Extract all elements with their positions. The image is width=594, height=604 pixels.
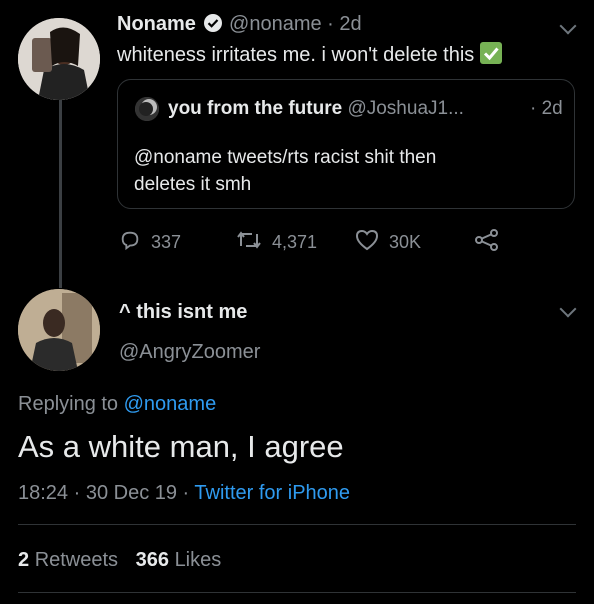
retweet-count: 4,371 [272,232,318,252]
replying-to-label: Replying to [18,393,119,415]
quoted-tweet-text-line1: @noname tweets/rts racist shit then [134,147,437,168]
tweet1-text: whiteness irritates me. i won't delete t… [117,44,475,66]
check-mark-emoji-icon [479,42,502,64]
tweet1-author-handle[interactable]: @noname [229,13,322,35]
quoted-author-handle: @JoshuaJ1... [347,98,464,119]
retweet-action[interactable]: 4,371 [236,229,317,256]
quoted-tweet-header: you from the future @JoshuaJ1... [168,97,464,121]
like-action[interactable]: 30K [355,229,421,256]
quoted-tweet-card[interactable]: you from the future @JoshuaJ1... · 2d @n… [117,79,575,209]
avatar-noname[interactable] [18,18,100,100]
tweet1-time[interactable]: · 2d [327,13,361,35]
tweet1-text-row: whiteness irritates me. i won't delete t… [117,42,502,67]
quoted-tweet-text: @noname tweets/rts racist shit then dele… [134,144,436,198]
likes-label: Likes [174,549,222,571]
tweet2-meta-row: 18:24 · 30 Dec 19 · Twitter for iPhone [18,481,350,505]
like-count: 30K [389,232,422,252]
thread-connector-line [59,100,62,288]
quoted-author-name: you from the future [168,98,343,119]
tweet1-menu-chevron-icon[interactable] [559,17,577,35]
avatar-quoted-user [135,97,159,121]
quoted-tweet-text-line2: deletes it smh [134,174,252,195]
reply-count: 337 [151,232,182,252]
replying-to-row: Replying to @noname [18,392,216,416]
retweets-count: 2 [18,549,30,571]
retweets-label: Retweets [34,549,119,571]
likes-stat[interactable]: 366 Likes [136,549,222,571]
replying-to-handle-link[interactable]: @noname [124,393,217,415]
tweet1-header: Noname @noname · 2d [117,12,362,39]
divider-top [18,524,576,525]
tweet2-timestamp[interactable]: 18:24 · 30 Dec 19 · [18,482,189,504]
share-icon [474,229,500,256]
retweets-stat[interactable]: 2 Retweets [18,549,124,571]
tweet2-author-handle[interactable]: @AngryZoomer [119,340,260,364]
avatar-angryzoomer[interactable] [18,289,100,371]
tweet2-source-link[interactable]: Twitter for iPhone [194,482,350,504]
tweet2-author-name[interactable]: ^ this isnt me [119,300,247,324]
likes-count: 366 [135,549,169,571]
reply-action[interactable]: 337 [119,229,181,256]
retweet-icon [236,229,262,256]
reply-icon [119,229,141,256]
tweet1-author-name[interactable]: Noname [117,13,196,35]
verified-badge-icon [203,13,223,39]
share-action[interactable] [474,229,500,256]
engagement-stats-row: 2 Retweets 366 Likes [18,548,221,572]
tweet2-menu-chevron-icon[interactable] [559,300,577,318]
tweet2-text: As a white man, I agree [18,429,344,464]
divider-bottom [18,592,576,593]
heart-icon [355,229,379,256]
quoted-tweet-time: · 2d [530,98,563,119]
